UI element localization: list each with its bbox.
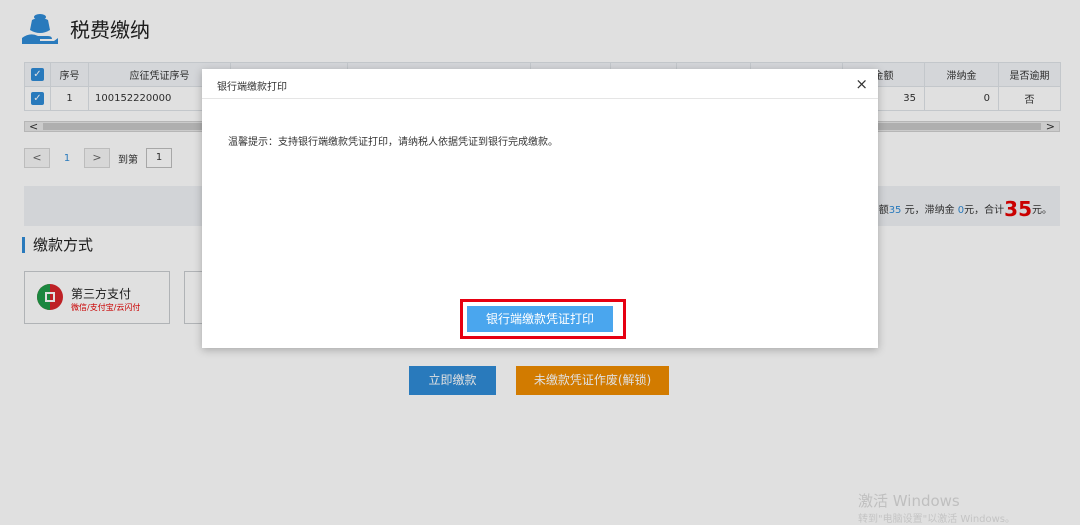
dialog-header: 银行端缴款打印 × [202, 69, 878, 99]
dialog-tip-text: 温馨提示：支持银行端缴款凭证打印，请纳税人依据凭证到银行完成缴款。 [228, 137, 558, 148]
tax-payment-page: 税费缴纳 ✓ 序号 应征凭证序号 金额 滞纳金 是否逾期 ✓ 1 1001522… [0, 0, 1080, 525]
bank-voucher-print-button[interactable]: 银行端缴款凭证打印 [467, 306, 613, 332]
close-icon[interactable]: × [855, 75, 868, 93]
windows-watermark-subtitle: 转到"电脑设置"以激活 Windows。 [858, 514, 1016, 525]
windows-watermark-title: 激活 Windows [858, 492, 960, 510]
dialog-title: 银行端缴款打印 [217, 82, 287, 93]
bank-print-dialog: 银行端缴款打印 × 温馨提示：支持银行端缴款凭证打印，请纳税人依据凭证到银行完成… [202, 69, 878, 348]
